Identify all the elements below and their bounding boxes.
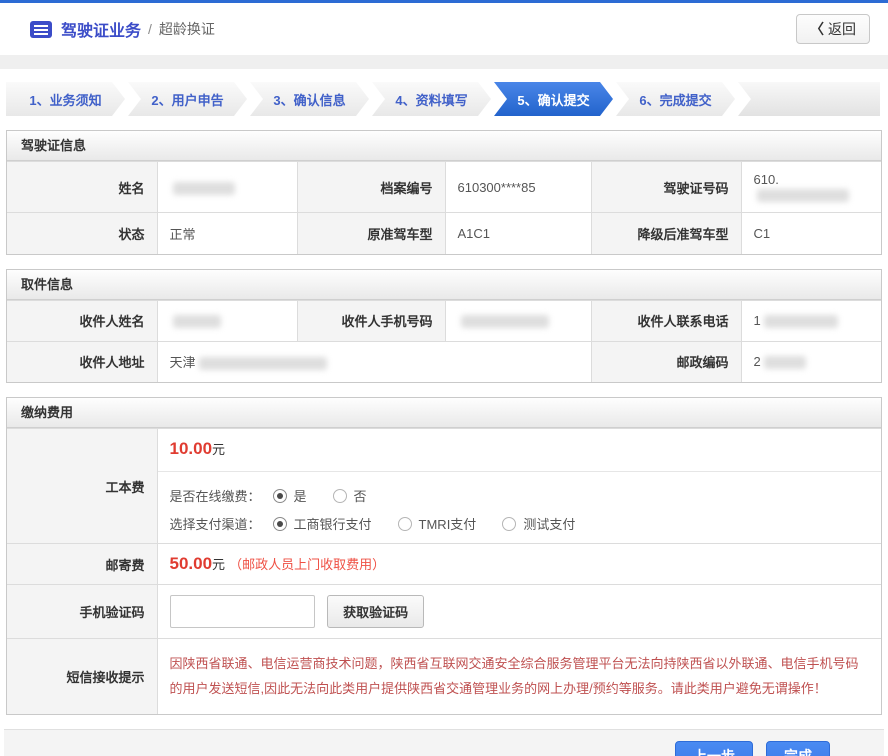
pickup-info-section: 取件信息 收件人姓名 收件人手机号码 收件人联系电话 1 收件人地址 天津 邮政… — [6, 269, 882, 384]
mail-fee-cell: 50.00元 （邮政人员上门收取费用） — [157, 544, 881, 585]
breadcrumb-separator: / — [148, 21, 152, 37]
sms-notice-text: 因陕西省联通、电信运营商技术问题，陕西省互联网交通安全综合服务管理平台无法向持陕… — [170, 649, 870, 704]
radio-online-yes[interactable] — [273, 489, 287, 503]
header-divider-band — [0, 55, 888, 69]
back-button[interactable]: 〈返回 — [796, 14, 870, 44]
redacted-recipient-address — [199, 357, 327, 370]
license-no-label: 驾驶证号码 — [591, 162, 741, 213]
recipient-name-label: 收件人姓名 — [7, 300, 157, 341]
page-header: 驾驶证业务 / 超龄换证 〈返回 — [0, 3, 888, 55]
step-2-user-declaration[interactable]: 2、用户申告 — [128, 82, 247, 116]
step-wizard: 1、业务须知 2、用户申告 3、确认信息 4、资料填写 5、确认提交 6、完成提… — [0, 82, 888, 116]
table-row: 邮寄费 50.00元 （邮政人员上门收取费用） — [7, 544, 881, 585]
table-row: 收件人地址 天津 邮政编码 2 — [7, 341, 881, 382]
radio-channel-tmri[interactable] — [398, 517, 412, 531]
mail-fee-amount: 50.00 — [170, 554, 213, 573]
sms-notice-cell: 因陕西省联通、电信运营商技术问题，陕西省互联网交通安全综合服务管理平台无法向持陕… — [157, 639, 881, 714]
redacted-recipient-phone — [764, 315, 838, 328]
fee-cell-divider — [158, 471, 882, 472]
breadcrumb-current: 超龄换证 — [159, 19, 215, 39]
radio-online-no[interactable] — [333, 489, 347, 503]
sms-code-cell: 获取验证码 — [157, 585, 881, 639]
redacted-recipient-name — [173, 315, 221, 328]
recipient-mobile-value — [445, 300, 591, 341]
recipient-address-value: 天津 — [157, 341, 591, 382]
radio-channel-icbc[interactable] — [273, 517, 287, 531]
recipient-phone-value: 1 — [741, 300, 881, 341]
online-pay-question: 是否在线缴费： — [170, 486, 261, 505]
license-info-table: 姓名 档案编号 610300****85 驾驶证号码 610. 状态 正常 原准… — [7, 161, 881, 254]
sms-code-input[interactable] — [170, 595, 315, 628]
license-no-value: 610. — [741, 162, 881, 213]
pay-channel-row: 选择支付渠道： 工商银行支付 TMRI支付 测试支付 — [170, 514, 870, 533]
radio-online-yes-label[interactable]: 是 — [294, 486, 307, 505]
downgraded-class-label: 降级后准驾车型 — [591, 213, 741, 254]
table-row: 姓名 档案编号 610300****85 驾驶证号码 610. — [7, 162, 881, 213]
pickup-info-title: 取件信息 — [7, 270, 881, 300]
online-pay-row: 是否在线缴费： 是 否 — [170, 486, 870, 505]
footer-action-bar: 上一步 完成 — [4, 729, 884, 756]
redacted-name — [173, 182, 235, 195]
production-fee-amount: 10.00 — [170, 439, 213, 458]
step-1-business-notice[interactable]: 1、业务须知 — [6, 82, 125, 116]
get-sms-code-button[interactable]: 获取验证码 — [327, 595, 424, 628]
table-row: 状态 正常 原准驾车型 A1C1 降级后准驾车型 C1 — [7, 213, 881, 254]
table-row: 收件人姓名 收件人手机号码 收件人联系电话 1 — [7, 300, 881, 341]
radio-channel-icbc-label[interactable]: 工商银行支付 — [294, 514, 372, 533]
sms-notice-label: 短信接收提示 — [7, 639, 157, 714]
production-fee-amount-line: 10.00元 — [170, 439, 870, 459]
step-bar-filler — [738, 82, 880, 116]
license-info-title: 驾驶证信息 — [7, 131, 881, 161]
back-button-label: 返回 — [828, 21, 856, 37]
step-3-confirm-info[interactable]: 3、确认信息 — [250, 82, 369, 116]
chevron-left-icon: 〈 — [810, 21, 824, 37]
recipient-mobile-label: 收件人手机号码 — [297, 300, 445, 341]
fees-title: 缴纳费用 — [7, 398, 881, 428]
radio-channel-tmri-label[interactable]: TMRI支付 — [419, 514, 477, 533]
table-row: 手机验证码 获取验证码 — [7, 585, 881, 639]
step-4-fill-data[interactable]: 4、资料填写 — [372, 82, 491, 116]
status-label: 状态 — [7, 213, 157, 254]
radio-channel-test-label[interactable]: 测试支付 — [523, 514, 575, 533]
redacted-license-no — [757, 189, 849, 202]
recipient-phone-label: 收件人联系电话 — [591, 300, 741, 341]
postcode-label: 邮政编码 — [591, 341, 741, 382]
fees-section: 缴纳费用 工本费 10.00元 是否在线缴费： 是 否 选择支付渠道： — [6, 397, 882, 715]
recipient-address-label: 收件人地址 — [7, 341, 157, 382]
production-fee-cell: 10.00元 是否在线缴费： 是 否 选择支付渠道： 工商银行支付 TMRI支付 — [157, 429, 881, 544]
license-business-icon — [30, 21, 52, 38]
downgraded-class-value: C1 — [741, 213, 881, 254]
file-no-label: 档案编号 — [297, 162, 445, 213]
production-fee-label: 工本费 — [7, 429, 157, 544]
step-5-confirm-submit[interactable]: 5、确认提交 — [494, 82, 613, 116]
radio-channel-test[interactable] — [502, 517, 516, 531]
sms-code-label: 手机验证码 — [7, 585, 157, 639]
orig-class-value: A1C1 — [445, 213, 591, 254]
name-value — [157, 162, 297, 213]
recipient-name-value — [157, 300, 297, 341]
mail-fee-unit: 元 — [212, 557, 225, 572]
table-row: 短信接收提示 因陕西省联通、电信运营商技术问题，陕西省互联网交通安全综合服务管理… — [7, 639, 881, 714]
page-title: 驾驶证业务 — [61, 17, 141, 41]
production-fee-unit: 元 — [212, 442, 225, 457]
finish-button[interactable]: 完成 — [766, 741, 830, 756]
fees-table: 工本费 10.00元 是否在线缴费： 是 否 选择支付渠道： 工商银行支付 — [7, 428, 881, 714]
previous-step-button[interactable]: 上一步 — [675, 741, 753, 756]
mail-fee-note: （邮政人员上门收取费用） — [229, 557, 385, 572]
orig-class-label: 原准驾车型 — [297, 213, 445, 254]
mail-fee-label: 邮寄费 — [7, 544, 157, 585]
redacted-postcode — [764, 356, 806, 369]
radio-online-no-label[interactable]: 否 — [354, 486, 367, 505]
pickup-info-table: 收件人姓名 收件人手机号码 收件人联系电话 1 收件人地址 天津 邮政编码 2 — [7, 300, 881, 383]
name-label: 姓名 — [7, 162, 157, 213]
license-info-section: 驾驶证信息 姓名 档案编号 610300****85 驾驶证号码 610. 状态… — [6, 130, 882, 255]
postcode-value: 2 — [741, 341, 881, 382]
step-6-complete-submit[interactable]: 6、完成提交 — [616, 82, 735, 116]
file-no-value: 610300****85 — [445, 162, 591, 213]
redacted-recipient-mobile — [461, 315, 549, 328]
table-row: 工本费 10.00元 是否在线缴费： 是 否 选择支付渠道： 工商银行支付 — [7, 429, 881, 544]
status-value: 正常 — [157, 213, 297, 254]
pay-channel-question: 选择支付渠道： — [170, 514, 261, 533]
